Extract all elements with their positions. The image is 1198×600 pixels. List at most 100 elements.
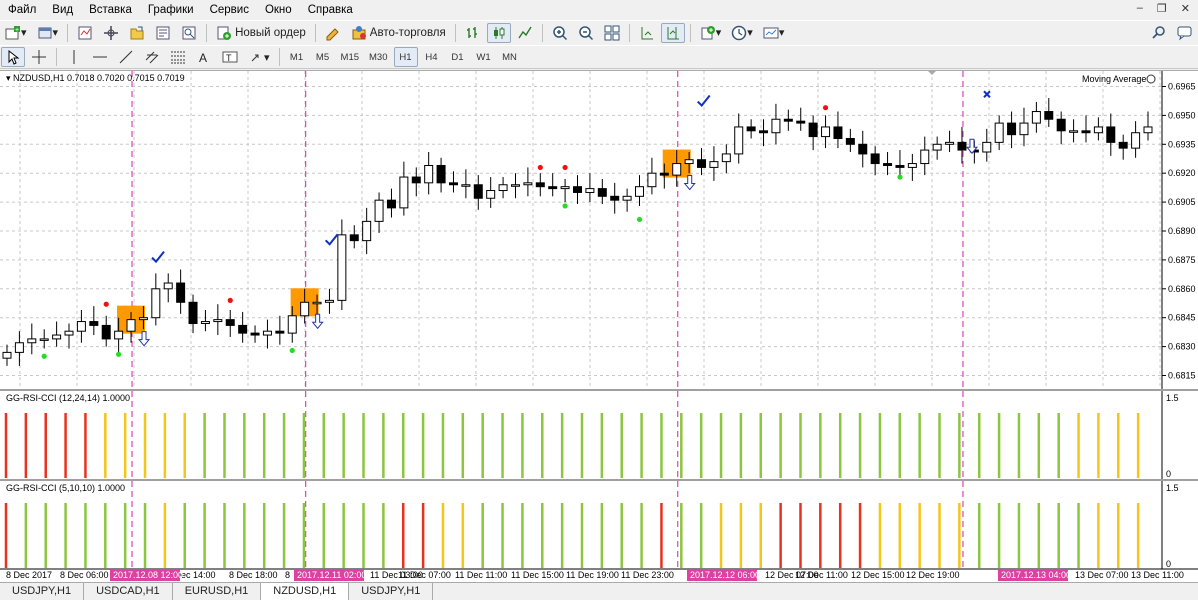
auto-trading-button[interactable]: Авто-торговля	[347, 23, 450, 43]
candle-body	[362, 220, 372, 242]
toolbar-separator	[541, 23, 543, 42]
menu-item-5[interactable]: Окно	[257, 0, 300, 20]
time-label: 8	[285, 570, 290, 580]
signal-dot	[822, 105, 829, 111]
horizontal-line-button[interactable]	[88, 47, 112, 67]
data-window-button[interactable]	[99, 23, 123, 43]
market-watch-button[interactable]	[73, 23, 97, 43]
candlestick-button[interactable]	[486, 22, 511, 43]
bar-chart-icon	[465, 25, 481, 41]
chart-header: ▾ NZDUSD,H1 0.7018 0.7020 0.7015 0.7019	[6, 73, 185, 83]
candle-body	[585, 188, 595, 193]
axes	[0, 71, 1198, 570]
timeframe-mn-button[interactable]: MN	[498, 47, 522, 67]
checkmark-icon	[324, 233, 339, 246]
new-order-label: Новый ордер	[235, 26, 306, 39]
price-tick-label: 0.6935	[1168, 139, 1196, 149]
candle-body	[238, 324, 248, 334]
vertical-line-button[interactable]	[62, 47, 86, 67]
close-icon[interactable]: ✕	[1181, 2, 1190, 15]
zoom-in-button[interactable]	[548, 23, 572, 43]
timeframe-d1-button[interactable]: D1	[446, 47, 470, 67]
fibonacci-button[interactable]	[166, 47, 190, 67]
templates-button[interactable]: ▾	[759, 23, 789, 43]
timeframe-m5-button[interactable]: M5	[311, 47, 335, 67]
indicators-button[interactable]: ▾	[696, 23, 726, 43]
new-order-button[interactable]: Новый ордер	[212, 23, 310, 43]
timeframe-m15-button[interactable]: M15	[337, 47, 363, 67]
candle-body	[932, 143, 942, 151]
indicator1-min-label: 0	[1166, 469, 1171, 479]
time-label: 12 Dec 11:00	[795, 570, 848, 580]
bar-chart-button[interactable]	[461, 23, 485, 43]
autoscroll-button[interactable]	[635, 23, 659, 43]
chart-canvas[interactable]: 0.6965 0.6950 0.6935 0.6920 0.6905 0.6890 0.68…	[0, 71, 1198, 583]
window-controls: – ❐ ✕	[1137, 2, 1190, 15]
minimize-icon[interactable]: –	[1137, 2, 1143, 15]
signal-dot	[116, 351, 122, 357]
timeframe-w1-button[interactable]: W1	[472, 47, 496, 67]
tester-icon	[181, 25, 197, 41]
highlighted-time-label: 2017.12.13 04:00	[1001, 570, 1071, 580]
community-button[interactable]	[1173, 23, 1197, 43]
candle-body	[982, 141, 992, 153]
horizontal-line-icon	[92, 49, 108, 65]
menu-item-1[interactable]: Вид	[44, 0, 81, 20]
highlighted-time-label: 2017.12.08 12:00	[113, 570, 183, 580]
timeframe-m1-button[interactable]: M1	[285, 47, 309, 67]
time-label: 11 Dec 11:00	[455, 570, 507, 580]
timeframe-m30-button[interactable]: M30	[365, 47, 391, 67]
timeframe-h1-button[interactable]: H1	[393, 47, 418, 67]
candle-body	[1081, 130, 1091, 134]
channel-button[interactable]	[140, 47, 164, 67]
fibonacci-icon	[170, 49, 186, 65]
menu-item-2[interactable]: Вставка	[81, 0, 140, 20]
search-button[interactable]	[1147, 23, 1171, 43]
candle-body	[610, 195, 620, 201]
cursor-button[interactable]	[1, 47, 25, 67]
chart-tab[interactable]: USDJPY,H1	[349, 583, 434, 600]
restore-icon[interactable]: ❐	[1157, 2, 1167, 15]
arrows-button[interactable]: ▾	[244, 47, 274, 67]
menu-item-0[interactable]: Файл	[0, 0, 44, 20]
panel-separator	[0, 479, 1198, 481]
new-chart-button[interactable]: + ▾	[1, 23, 31, 43]
line-chart-button[interactable]	[513, 23, 537, 43]
profiles-button[interactable]: ▾	[33, 23, 63, 43]
periods-button[interactable]: ▾	[727, 23, 757, 43]
chart-tab[interactable]: USDCAD,H1	[84, 583, 173, 600]
text-button[interactable]: A	[192, 47, 216, 67]
metaeditor-button[interactable]	[321, 23, 345, 43]
candle-body	[126, 319, 136, 332]
crosshair-button[interactable]	[27, 47, 51, 67]
toolbar-separator	[689, 23, 691, 42]
tile-windows-button[interactable]	[600, 23, 624, 43]
candle-body	[424, 164, 434, 184]
text-label-button[interactable]: T	[218, 47, 242, 67]
standard-toolbar: + ▾ ▾ Новый ордер Авто-торговля ▾ ▾ ▾	[0, 20, 1198, 44]
menu-item-4[interactable]: Сервис	[202, 0, 257, 20]
chart-tab[interactable]: NZDUSD,H1	[261, 583, 350, 600]
timeframe-h4-button[interactable]: H4	[420, 47, 444, 67]
navigator-button[interactable]	[125, 23, 149, 43]
toolbar-separator	[628, 23, 630, 42]
menu-item-3[interactable]: Графики	[140, 0, 202, 20]
svg-text:T: T	[226, 53, 232, 63]
highlighted-time-label: 2017.12.12 06:00	[690, 570, 760, 580]
strategy-tester-button[interactable]	[177, 23, 201, 43]
candle-body	[1056, 118, 1066, 132]
chart-window[interactable]: 0.6965 0.6950 0.6935 0.6920 0.6905 0.6890 0.68…	[0, 70, 1198, 582]
candle-body	[920, 149, 930, 165]
terminal-button[interactable]	[151, 23, 175, 43]
trendline-button[interactable]	[114, 47, 138, 67]
zoom-out-icon	[578, 25, 594, 41]
search-icon	[1151, 25, 1167, 41]
chart-tab[interactable]: USDJPY,H1	[0, 583, 85, 600]
menu-item-6[interactable]: Справка	[300, 0, 361, 20]
candle-body	[176, 282, 186, 303]
price-tick-label: 0.6905	[1168, 197, 1196, 207]
time-label: 8 Dec 2017	[6, 570, 52, 580]
chart-shift-button[interactable]	[660, 22, 685, 43]
chart-tab[interactable]: EURUSD,H1	[173, 583, 262, 600]
zoom-out-button[interactable]	[574, 23, 598, 43]
